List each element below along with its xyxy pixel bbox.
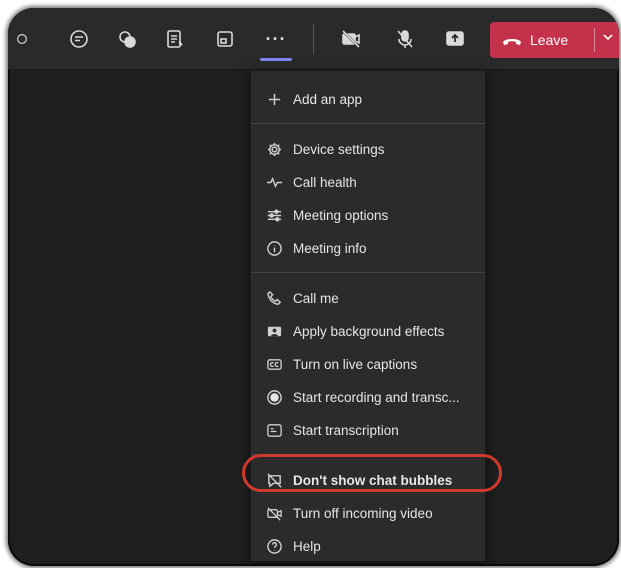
menu-item-label: Start transcription (293, 422, 399, 438)
menu-item-start-transcription[interactable]: Start transcription (251, 415, 485, 445)
reactions-button[interactable] (112, 22, 142, 56)
teams-meeting-window: ··· Leave Add an app Device settings Cal… (8, 8, 619, 566)
camera-button[interactable] (336, 22, 366, 56)
record-icon (265, 388, 283, 406)
menu-item-label: Apply background effects (293, 323, 445, 339)
chat-button[interactable] (64, 22, 94, 56)
menu-item-label: Turn on live captions (293, 356, 418, 372)
more-options-icon: ··· (265, 29, 287, 49)
menu-item-label: Start recording and transc... (293, 389, 460, 405)
participants-icon[interactable] (14, 22, 30, 56)
transcript-icon (265, 421, 283, 439)
share-tray-button[interactable] (210, 22, 240, 56)
plus-icon (265, 90, 283, 108)
chat-bubble-off-icon (265, 471, 283, 489)
menu-item-meeting-options[interactable]: Meeting options (251, 200, 485, 230)
menu-divider (251, 272, 485, 273)
menu-divider (251, 123, 485, 124)
menu-item-label: Help (293, 538, 321, 554)
toolbar-divider (313, 24, 314, 54)
sliders-icon (265, 206, 283, 224)
mic-button[interactable] (390, 22, 420, 56)
menu-item-background-effects[interactable]: Apply background effects (251, 316, 485, 346)
gear-icon (265, 140, 283, 158)
menu-item-help[interactable]: Help (251, 531, 485, 561)
captions-icon (265, 355, 283, 373)
menu-item-call-health[interactable]: Call health (251, 167, 485, 197)
phone-icon (265, 289, 283, 307)
more-options-menu: Add an app Device settings Call health M… (250, 70, 486, 562)
pulse-icon (265, 173, 283, 191)
menu-item-meeting-info[interactable]: Meeting info (251, 233, 485, 263)
menu-item-start-recording[interactable]: Start recording and transc... (251, 382, 485, 412)
leave-button[interactable]: Leave (490, 22, 619, 58)
more-options-button[interactable]: ··· (260, 22, 292, 56)
menu-item-label: Add an app (293, 91, 363, 107)
background-effects-icon (265, 322, 283, 340)
help-icon (265, 537, 283, 555)
notes-icon (164, 28, 186, 50)
info-icon (265, 239, 283, 257)
menu-item-label: Meeting options (293, 207, 389, 223)
menu-divider (251, 454, 485, 455)
video-off-icon (265, 504, 283, 522)
reactions-icon (116, 28, 138, 50)
leave-label: Leave (530, 32, 569, 48)
share-screen-icon (444, 28, 466, 50)
notes-button[interactable] (160, 22, 190, 56)
leave-divider (594, 28, 595, 52)
menu-item-label: Call me (293, 290, 339, 306)
menu-item-live-captions[interactable]: Turn on live captions (251, 349, 485, 379)
menu-item-turn-off-incoming-video[interactable]: Turn off incoming video (251, 498, 485, 528)
share-screen-button[interactable] (440, 22, 470, 56)
menu-item-label: Device settings (293, 141, 385, 157)
menu-item-label: Don't show chat bubbles (293, 472, 453, 488)
menu-item-hide-chat-bubbles[interactable]: Don't show chat bubbles (251, 465, 485, 495)
menu-item-call-me[interactable]: Call me (251, 283, 485, 313)
share-tray-icon (214, 28, 236, 50)
camera-off-icon (340, 28, 362, 50)
active-tab-indicator (260, 58, 292, 61)
mic-off-icon (394, 28, 416, 50)
menu-item-label: Turn off incoming video (293, 505, 433, 521)
menu-item-label: Meeting info (293, 240, 367, 256)
chevron-down-icon[interactable] (601, 30, 615, 44)
chat-icon (68, 28, 90, 50)
menu-item-add-app[interactable]: Add an app (251, 84, 485, 114)
hang-up-icon (503, 39, 521, 45)
menu-item-device-settings[interactable]: Device settings (251, 134, 485, 164)
menu-item-label: Call health (293, 174, 357, 190)
meeting-toolbar: ··· Leave (8, 8, 619, 70)
